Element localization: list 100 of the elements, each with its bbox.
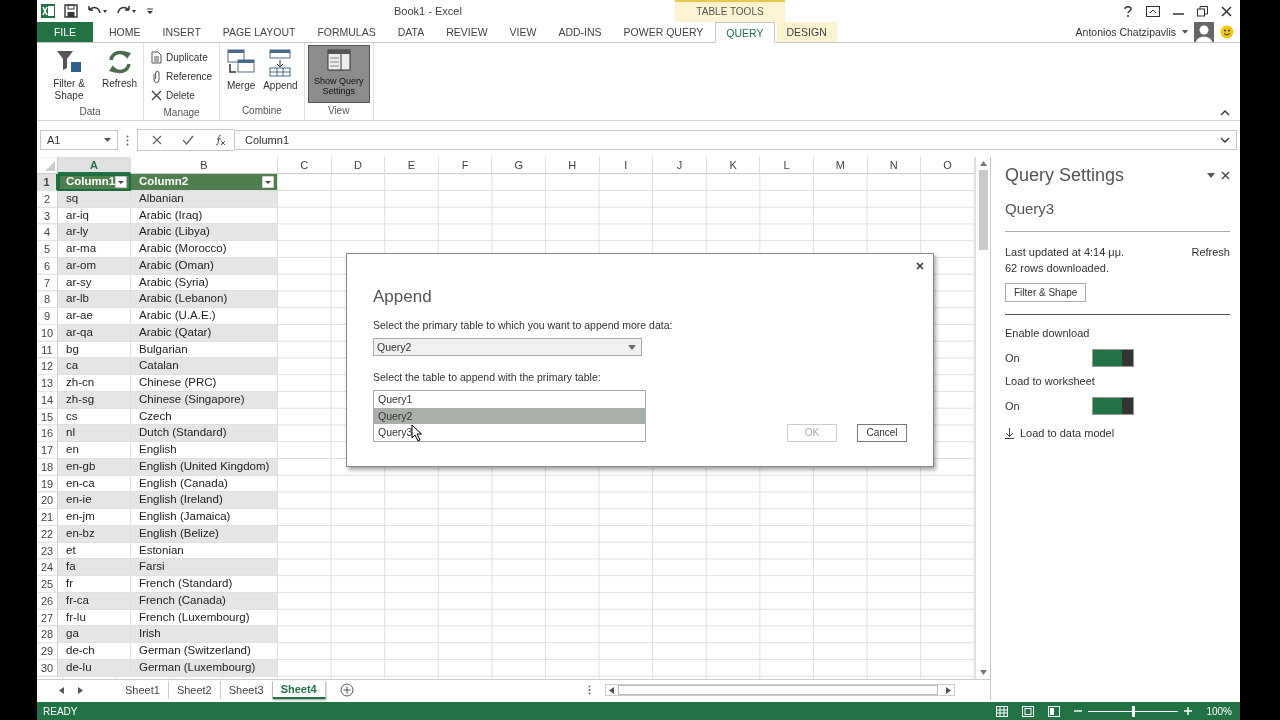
table-cell[interactable]: German (Switzerland) — [131, 643, 278, 660]
ribbon-tab[interactable]: POWER QUERY — [613, 22, 714, 42]
column-header[interactable]: I — [599, 157, 654, 174]
ribbon-button[interactable]: Show Query Settings — [307, 45, 370, 103]
ribbon-tab[interactable]: DESIGN — [776, 22, 837, 42]
dropdown-caret-icon[interactable] — [628, 344, 636, 350]
zoom-slider-thumb[interactable] — [1132, 705, 1136, 717]
scroll-right-icon[interactable] — [945, 686, 951, 694]
sheet-tab[interactable]: Sheet1 — [117, 681, 169, 699]
customize-icon[interactable] — [146, 6, 154, 16]
column-header[interactable]: J — [653, 157, 707, 174]
table-cell[interactable]: ar-lb — [58, 291, 131, 308]
ribbon-tab[interactable]: REVIEW — [436, 22, 498, 42]
checkmark-icon[interactable] — [182, 135, 194, 145]
zoom-level[interactable]: 100% — [1206, 705, 1232, 717]
row-header[interactable]: 1 — [37, 174, 58, 191]
table-cell[interactable]: Dutch (Standard) — [131, 425, 278, 442]
avatar-icon[interactable] — [1194, 22, 1214, 42]
filter-shape-button[interactable]: Filter & Shape — [1005, 283, 1087, 302]
ribbon-small-button[interactable]: Delete — [147, 86, 217, 105]
ribbon-small-button[interactable]: Reference — [147, 67, 217, 86]
ribbon-display-icon[interactable] — [1146, 5, 1160, 17]
cancel-icon[interactable] — [152, 135, 162, 145]
ribbon-tab[interactable]: VIEW — [499, 22, 547, 42]
column-header[interactable]: N — [867, 157, 922, 174]
new-sheet-icon[interactable] — [339, 683, 354, 697]
collapse-ribbon-icon[interactable] — [1220, 110, 1230, 116]
table-cell[interactable]: French (Standard) — [131, 576, 278, 593]
column-header[interactable]: D — [331, 157, 386, 174]
table-cell[interactable]: English (Ireland) — [131, 492, 278, 509]
close-icon[interactable] — [1221, 5, 1232, 17]
table-cell[interactable]: Catalan — [131, 358, 278, 375]
normal-view-icon[interactable] — [996, 705, 1009, 717]
toggle-switch[interactable] — [1092, 349, 1134, 367]
restore-icon[interactable] — [1197, 5, 1208, 17]
table-cell[interactable]: zh-cn — [58, 375, 131, 392]
column-header[interactable]: H — [545, 157, 600, 174]
table-cell[interactable]: Arabic (U.A.E.) — [131, 308, 278, 325]
horizontal-scrollbar[interactable] — [604, 684, 955, 696]
zoom-in-icon[interactable] — [1184, 707, 1193, 715]
ribbon-tab[interactable]: PAGE LAYOUT — [212, 22, 306, 42]
ribbon-tab[interactable]: DATA — [387, 22, 435, 42]
column-header[interactable]: K — [706, 157, 761, 174]
dropdown-caret-icon[interactable] — [1182, 30, 1188, 34]
sheet-tab[interactable]: Sheet3 — [220, 681, 273, 699]
download-icon[interactable] — [1005, 427, 1014, 439]
ribbon-button[interactable]: Append — [260, 45, 301, 103]
ribbon-button[interactable]: Merge — [223, 45, 260, 103]
ribbon-tab[interactable]: FORMULAS — [307, 22, 386, 42]
filter-dropdown-icon[interactable] — [115, 175, 127, 188]
scrollbar-thumb[interactable] — [978, 170, 988, 250]
table-cell[interactable]: fr — [58, 576, 131, 593]
table-cell[interactable]: ga — [58, 626, 131, 643]
sheet-tab[interactable]: Sheet4 — [272, 681, 326, 699]
ribbon-tab[interactable]: INSERT — [152, 22, 211, 42]
more-icon[interactable] — [587, 685, 591, 695]
scroll-left-icon[interactable] — [608, 686, 614, 694]
table-cell[interactable]: English — [131, 442, 278, 459]
column-header[interactable]: A — [58, 157, 131, 174]
table-cell[interactable]: nl — [58, 425, 131, 442]
name-box[interactable]: A1 — [40, 130, 118, 150]
dropdown-caret-icon[interactable] — [1207, 173, 1215, 178]
table-cell[interactable]: Arabic (Libya) — [131, 224, 278, 241]
page-layout-icon[interactable] — [1022, 705, 1035, 717]
table-cell[interactable]: ar-ae — [58, 308, 131, 325]
column-header[interactable]: F — [438, 157, 493, 174]
expand-icon[interactable] — [1220, 137, 1230, 143]
table-cell[interactable]: fa — [58, 559, 131, 576]
column-header[interactable]: O — [921, 157, 975, 174]
table-cell[interactable]: Farsi — [131, 559, 278, 576]
ribbon-button[interactable]: Refresh — [99, 45, 140, 104]
ribbon-button[interactable]: Filter & Shape — [40, 45, 98, 104]
table-cell[interactable]: ar-ma — [58, 241, 131, 258]
ribbon-tab[interactable]: ADD-INS — [548, 22, 612, 42]
ribbon-tab[interactable]: FILE — [37, 22, 93, 42]
page-break-preview-icon[interactable] — [1048, 705, 1061, 717]
ribbon-tab[interactable]: QUERY — [715, 22, 775, 43]
column-header[interactable]: L — [760, 157, 814, 174]
formula-input[interactable]: Column1 — [234, 130, 1237, 150]
cancel-button[interactable]: Cancel — [857, 423, 907, 442]
filter-dropdown-icon[interactable] — [262, 175, 274, 188]
table-cell[interactable]: de-ch — [58, 643, 131, 660]
table-cell[interactable]: en-ie — [58, 492, 131, 509]
more-icon[interactable] — [126, 134, 129, 146]
close-icon[interactable] — [916, 262, 924, 270]
column-header[interactable]: G — [492, 157, 546, 174]
list-item[interactable]: Query2 — [374, 407, 645, 424]
refresh-link[interactable]: Refresh — [1191, 246, 1230, 258]
table-cell[interactable]: ar-ly — [58, 224, 131, 241]
table-cell[interactable]: English (Jamaica) — [131, 509, 278, 526]
scroll-up-icon[interactable] — [979, 161, 987, 166]
table-cell[interactable]: Arabic (Lebanon) — [131, 291, 278, 308]
toggle-switch[interactable] — [1092, 397, 1134, 415]
save-icon[interactable] — [64, 4, 78, 18]
scroll-down-icon[interactable] — [979, 670, 987, 675]
ribbon-tab[interactable]: HOME — [99, 22, 151, 42]
next-sheet-icon[interactable] — [78, 686, 83, 694]
dropdown-caret-icon[interactable] — [104, 138, 111, 142]
zoom-out-icon[interactable] — [1074, 707, 1083, 715]
scrollbar-thumb[interactable] — [617, 685, 938, 695]
